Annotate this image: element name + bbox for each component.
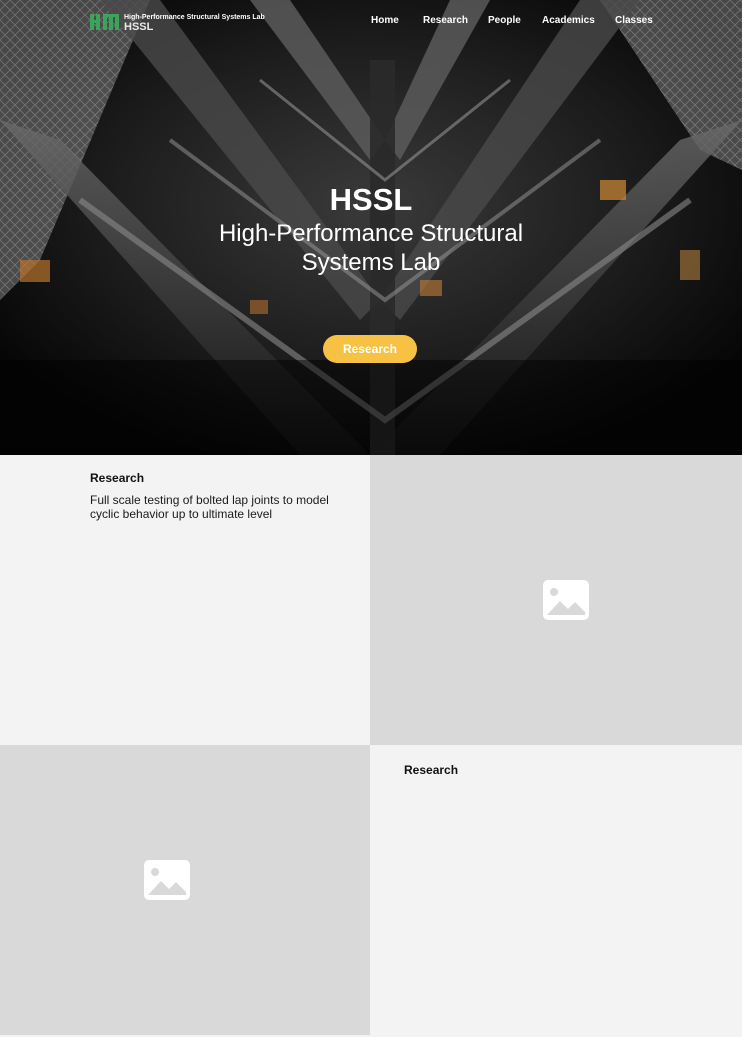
research-card-1: Research Full scale testing of bolted la… — [0, 455, 370, 745]
nav-link-people[interactable]: People — [488, 15, 521, 26]
top-navigation: High-Performance Structural Systems Lab … — [0, 0, 742, 44]
nav-link-classes[interactable]: Classes — [615, 15, 653, 26]
nav-link-research[interactable]: Research — [423, 15, 468, 26]
hero-title: HSSL — [329, 182, 413, 217]
logo-subtitle: High-Performance Structural Systems Lab — [124, 14, 265, 21]
research-card-title: Research — [404, 763, 459, 777]
research-card-title: Research — [90, 471, 145, 485]
nav-link-academics[interactable]: Academics — [542, 15, 595, 26]
logo-title: HSSL — [124, 21, 154, 33]
nav-link-home[interactable]: Home — [371, 15, 399, 26]
research-card-description: Full scale testing of bolted lap joints … — [90, 493, 329, 521]
research-card-2: Research — [370, 745, 742, 1035]
hero-subtitle: High-Performance Structural Systems Lab — [218, 220, 524, 276]
hero-banner: High-Performance Structural Systems Lab … — [0, 0, 742, 455]
image-placeholder-icon — [144, 860, 190, 900]
research-image-1 — [370, 455, 742, 745]
research-image-2 — [0, 745, 370, 1035]
site-logo[interactable]: High-Performance Structural Systems Lab … — [90, 12, 265, 33]
research-button[interactable]: Research — [323, 335, 417, 363]
image-placeholder-icon — [543, 580, 589, 620]
lab-logo-icon — [90, 14, 119, 30]
